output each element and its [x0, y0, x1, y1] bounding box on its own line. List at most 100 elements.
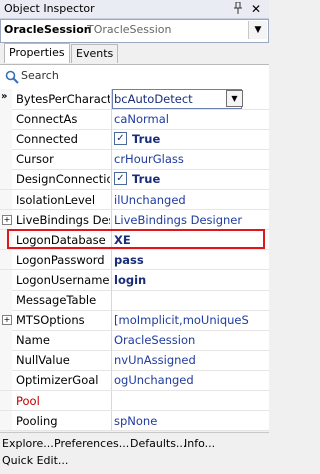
- current-row-icon: »: [1, 91, 8, 102]
- row-gutter: [0, 370, 12, 391]
- property-value[interactable]: crHourGlass: [114, 152, 268, 166]
- column-divider: [111, 290, 112, 310]
- property-row[interactable]: NullValue nvUnAssigned: [0, 350, 269, 371]
- column-divider: [111, 350, 112, 370]
- column-divider: [111, 169, 112, 190]
- row-gutter: [0, 390, 12, 411]
- row-gutter: [0, 350, 12, 370]
- column-divider: [111, 109, 112, 129]
- property-value[interactable]: OracleSession: [114, 333, 268, 347]
- property-row[interactable]: + MTSOptions [moImplicit,moUniqueS: [0, 310, 269, 331]
- preferences-link[interactable]: Preferences...: [54, 437, 129, 450]
- row-gutter: [0, 189, 12, 210]
- property-value[interactable]: bcAutoDetect: [114, 92, 268, 106]
- property-name: Cursor: [16, 152, 54, 167]
- component-type: TOracleSession: [87, 23, 172, 36]
- property-value[interactable]: login: [114, 273, 268, 287]
- search-icon: [5, 70, 19, 84]
- property-value[interactable]: pass: [114, 253, 268, 267]
- row-gutter: [0, 129, 12, 149]
- property-name: BytesPerCharacter: [16, 92, 110, 106]
- quick-edit-link[interactable]: Quick Edit...: [2, 454, 68, 467]
- property-row[interactable]: MessageTable: [0, 290, 269, 311]
- property-checkbox[interactable]: ✓: [114, 172, 127, 186]
- column-divider: [111, 149, 112, 169]
- property-value: True: [132, 132, 161, 147]
- property-value[interactable]: spNone: [114, 414, 268, 428]
- column-divider: [111, 390, 112, 411]
- search-bar[interactable]: Search: [0, 64, 269, 90]
- column-divider: [111, 209, 112, 230]
- property-value[interactable]: caNormal: [114, 112, 268, 126]
- property-name: LogonUsername: [16, 272, 110, 287]
- property-name: ConnectAs: [16, 112, 78, 127]
- column-divider: [111, 370, 112, 391]
- property-name: MessageTable: [16, 293, 97, 307]
- property-name: DesignConnection: [16, 172, 110, 187]
- info-link[interactable]: Info...: [184, 437, 215, 450]
- row-gutter: [0, 290, 12, 310]
- row-gutter: [0, 149, 12, 169]
- property-value[interactable]: ilUnchanged: [114, 193, 268, 207]
- column-divider: [111, 330, 112, 350]
- property-name: Pooling: [16, 413, 58, 428]
- property-row[interactable]: Name OracleSession: [0, 330, 269, 351]
- explore-link[interactable]: Explore...: [2, 437, 54, 450]
- property-grid: »BytesPerCharacter▼bcAutoDetectConnectAs…: [0, 89, 269, 431]
- column-divider: [111, 129, 112, 149]
- column-divider: [111, 269, 112, 290]
- property-value[interactable]: LiveBindings Designer: [114, 213, 268, 227]
- column-divider: [111, 189, 112, 210]
- property-name: LogonPassword: [16, 252, 105, 267]
- column-divider: [111, 410, 112, 431]
- tab-strip: Properties Events: [0, 42, 269, 64]
- property-row[interactable]: »BytesPerCharacter▼bcAutoDetect: [0, 89, 269, 110]
- column-divider: [111, 310, 112, 330]
- expand-icon[interactable]: +: [2, 315, 12, 326]
- property-name: NullValue: [16, 353, 70, 368]
- property-row[interactable]: IsolationLevel ilUnchanged: [0, 189, 269, 211]
- property-name: LiveBindings Designer: [16, 212, 110, 227]
- row-gutter: [0, 169, 12, 190]
- defaults-link[interactable]: Defaults...: [130, 437, 186, 450]
- expand-icon[interactable]: +: [2, 214, 12, 225]
- component-selector[interactable]: OracleSession TOracleSession ▼: [0, 19, 269, 43]
- property-checkbox[interactable]: ✓: [114, 132, 127, 146]
- property-row[interactable]: Pooling spNone: [0, 410, 269, 431]
- property-name: Pool: [16, 393, 40, 408]
- property-value: True: [132, 172, 161, 187]
- property-row[interactable]: OptimizerGoal ogUnchanged: [0, 370, 269, 392]
- title-bar: Object Inspector ✕: [0, 0, 269, 19]
- property-row[interactable]: LogonUsername login: [0, 269, 269, 291]
- row-gutter: [0, 410, 12, 431]
- tab-properties[interactable]: Properties: [4, 43, 70, 63]
- row-gutter: [0, 249, 12, 270]
- row-gutter: [0, 330, 12, 350]
- property-row[interactable]: Pool: [0, 390, 269, 412]
- highlight-box: [7, 229, 265, 249]
- search-input[interactable]: Search: [21, 69, 59, 82]
- property-value[interactable]: nvUnAssigned: [114, 353, 268, 367]
- property-row[interactable]: Connected ✓ True: [0, 129, 269, 150]
- window-title: Object Inspector: [4, 2, 95, 15]
- property-name: MTSOptions: [16, 313, 85, 328]
- property-name: Name: [16, 333, 50, 348]
- property-row[interactable]: ConnectAs caNormal: [0, 109, 269, 130]
- row-gutter: [0, 269, 12, 290]
- chevron-down-icon[interactable]: ▼: [248, 21, 267, 39]
- property-value[interactable]: ogUnchanged: [114, 373, 268, 387]
- tab-events[interactable]: Events: [71, 44, 119, 63]
- property-name: Connected: [16, 132, 78, 147]
- property-row[interactable]: + LiveBindings Designer LiveBindings Desig…: [0, 209, 269, 231]
- property-row[interactable]: LogonPassword pass: [0, 249, 269, 271]
- property-name: IsolationLevel: [16, 192, 96, 207]
- close-icon[interactable]: ✕: [250, 2, 262, 16]
- bottom-links: Explore... Preferences... Defaults... In…: [0, 432, 269, 474]
- property-row[interactable]: Cursor crHourGlass: [0, 149, 269, 170]
- property-name: OptimizerGoal: [16, 373, 99, 388]
- property-value[interactable]: [moImplicit,moUniqueS: [114, 313, 268, 327]
- column-divider: [111, 249, 112, 270]
- property-row[interactable]: DesignConnection ✓ True: [0, 169, 269, 191]
- pin-icon[interactable]: [232, 1, 244, 16]
- component-name: OracleSession: [4, 23, 92, 36]
